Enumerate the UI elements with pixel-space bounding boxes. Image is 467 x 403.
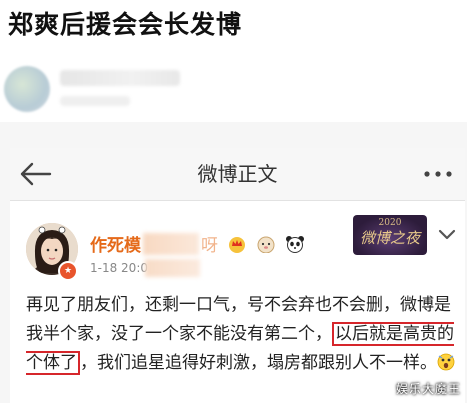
chevron-down-icon[interactable] — [437, 227, 457, 243]
nav-title: 微博正文 — [197, 162, 278, 186]
blurred-outer-post — [0, 52, 467, 122]
page-title: 郑爽后援会会长发博 — [8, 10, 243, 39]
shocked-emoji-icon — [437, 353, 455, 371]
weibo-navbar: 微博正文 — [10, 148, 465, 201]
weibo-night-event-badge[interactable]: 2020 微博之夜 — [353, 215, 427, 255]
weibo-post: ★ 作死模呀 1-18 20:0 2020 微博之夜 再见了朋友们，还剩一口气，… — [10, 201, 465, 403]
animal-face-badge-icon — [257, 236, 275, 253]
verified-badge-icon: ★ — [58, 261, 78, 281]
blurred-meta — [60, 96, 130, 106]
redacted-time-icon — [145, 259, 200, 277]
post-timestamp: 1-18 20:0 — [90, 261, 148, 275]
event-year: 2020 — [378, 218, 402, 228]
redacted-name-icon — [143, 232, 199, 255]
crown-badge-icon — [229, 236, 246, 253]
post-body: 再见了朋友们，还剩一口气，号不会弃也不会删，微博是我半个家，没了一个家不能没有第… — [26, 291, 456, 378]
blurred-avatar — [4, 66, 50, 112]
more-options-icon[interactable] — [417, 160, 459, 188]
back-arrow-icon[interactable] — [18, 158, 54, 190]
author-name-tail: 呀 — [201, 236, 218, 256]
author-row: 作死模 呀 — [90, 231, 305, 256]
blurred-username — [60, 70, 180, 86]
watermark: 娱乐大魔王 — [395, 382, 461, 396]
event-name: 微博之夜 — [359, 229, 420, 247]
post-text-after: ，我们追星追得好刺激，塌房都跟别人不一样。 — [80, 353, 437, 373]
author-name[interactable]: 作死模 — [90, 236, 141, 256]
panda-badge-icon — [286, 235, 305, 253]
